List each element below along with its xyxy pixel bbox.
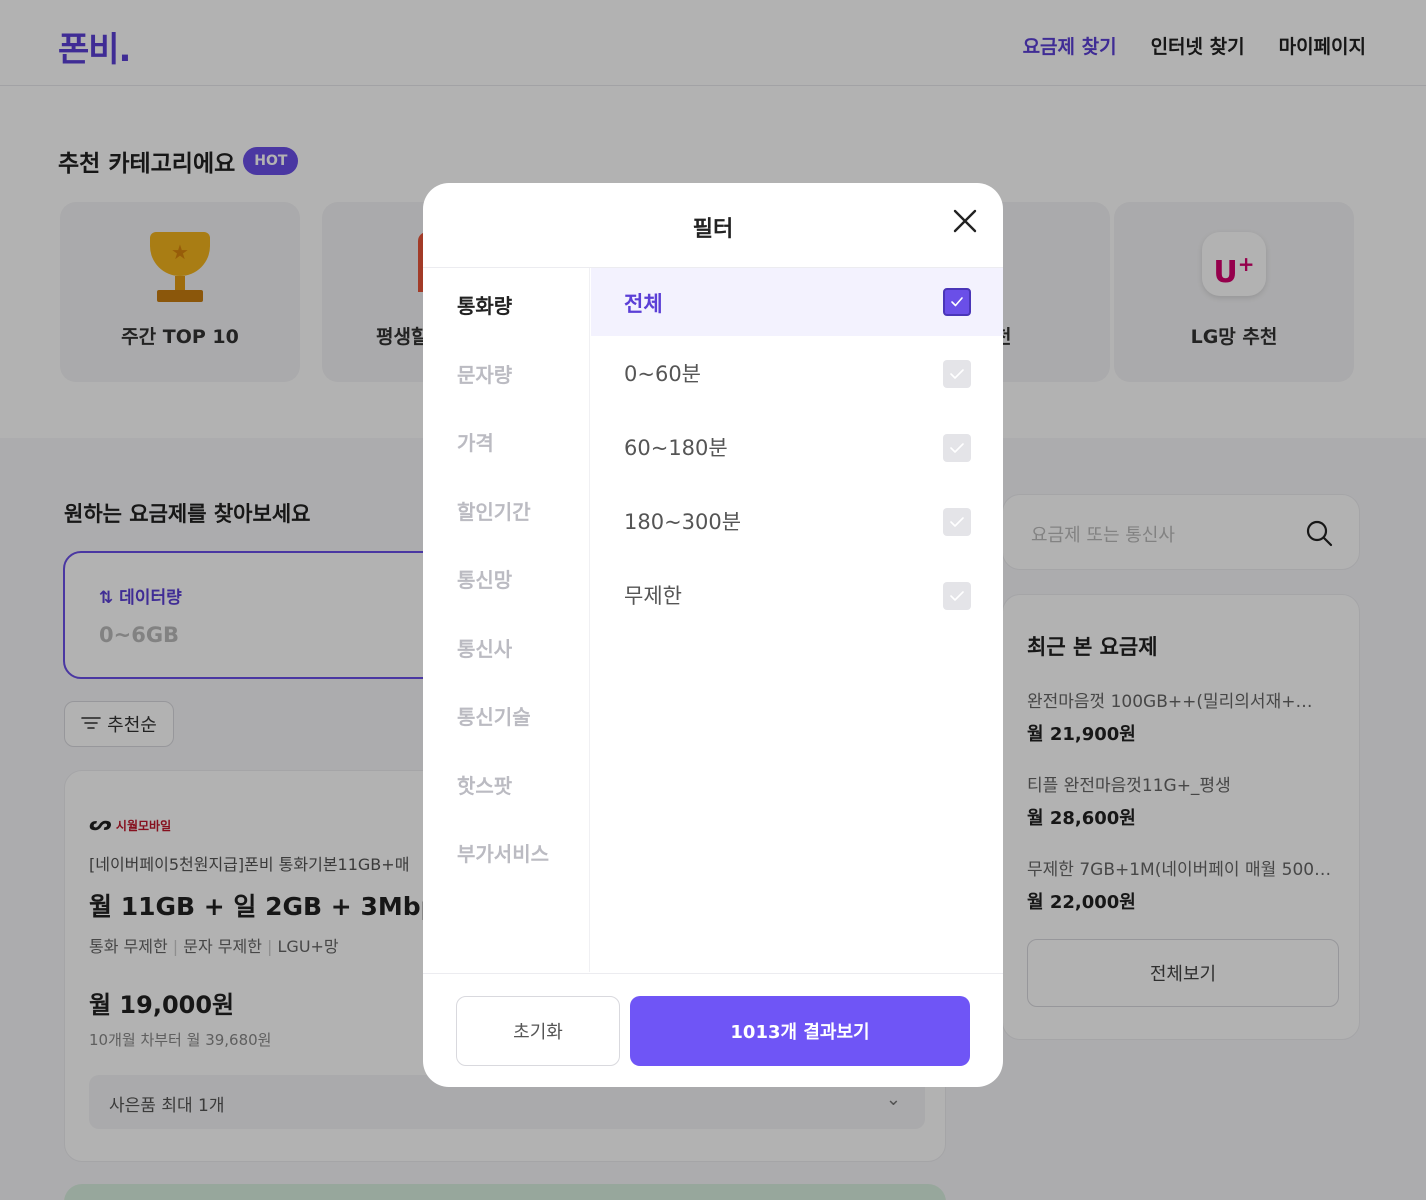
option-label: 60~180분 (624, 436, 728, 460)
checkbox[interactable] (943, 360, 971, 388)
option-label: 전체 (624, 292, 663, 316)
filter-category-sms[interactable]: 문자량 (423, 337, 589, 406)
filter-option-0-60[interactable]: 0~60분 (591, 336, 1003, 410)
option-label: 무제한 (624, 584, 682, 608)
filter-category-carrier[interactable]: 통신사 (423, 611, 589, 680)
reset-button[interactable]: 초기화 (456, 996, 620, 1066)
filter-category-technology[interactable]: 통신기술 (423, 679, 589, 748)
option-label: 180~300분 (624, 510, 742, 534)
filter-category-list: 통화량 문자량 가격 할인기간 통신망 통신사 통신기술 핫스팟 부가서비스 (423, 268, 590, 972)
filter-category-network[interactable]: 통신망 (423, 542, 589, 611)
close-icon[interactable] (951, 207, 979, 235)
filter-category-call[interactable]: 통화량 (423, 268, 589, 337)
checkbox[interactable] (943, 582, 971, 610)
show-results-button[interactable]: 1013개 결과보기 (630, 996, 970, 1066)
checkbox[interactable] (943, 508, 971, 536)
filter-option-all[interactable]: 전체 (591, 268, 1003, 336)
filter-category-price[interactable]: 가격 (423, 405, 589, 474)
filter-category-hotspot[interactable]: 핫스팟 (423, 748, 589, 817)
filter-category-addon[interactable]: 부가서비스 (423, 816, 589, 885)
filter-category-discount-period[interactable]: 할인기간 (423, 474, 589, 543)
filter-options: 전체 0~60분 60~180분 180~300분 무제한 (591, 268, 1003, 632)
filter-option-180-300[interactable]: 180~300분 (591, 484, 1003, 558)
option-label: 0~60분 (624, 362, 701, 386)
modal-title: 필터 (692, 217, 734, 242)
checkbox-checked[interactable] (943, 288, 971, 316)
filter-option-unlimited[interactable]: 무제한 (591, 558, 1003, 632)
divider (423, 973, 1003, 974)
filter-modal: 필터 통화량 문자량 가격 할인기간 통신망 통신사 통신기술 핫스팟 부가서비… (423, 183, 1003, 1087)
checkbox[interactable] (943, 434, 971, 462)
filter-option-60-180[interactable]: 60~180분 (591, 410, 1003, 484)
